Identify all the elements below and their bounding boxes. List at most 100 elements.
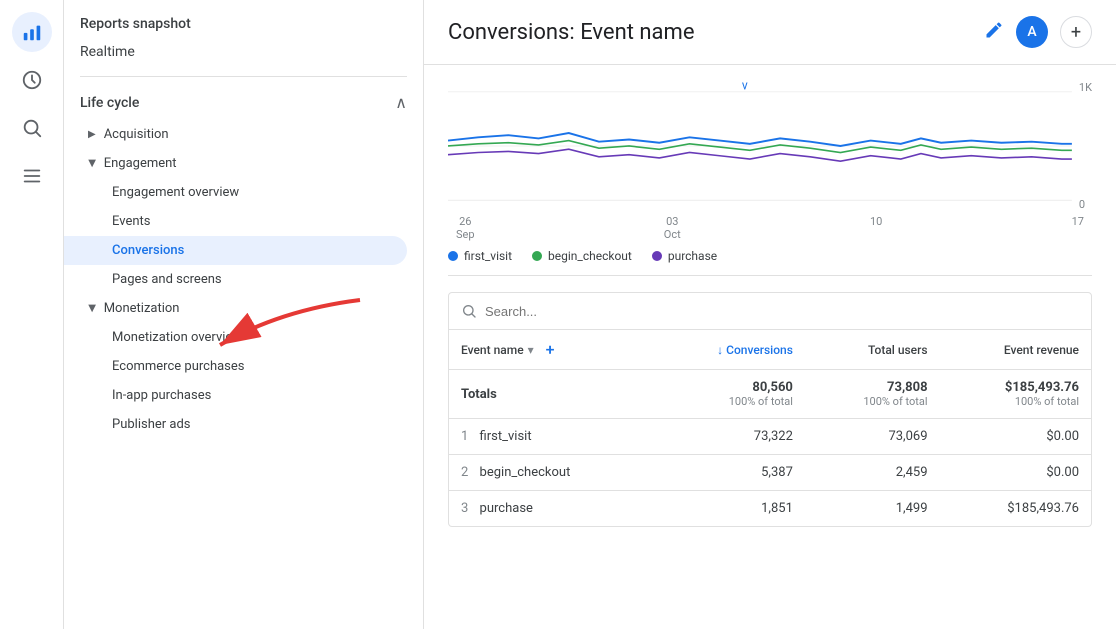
monetization-header[interactable]: ▶ Monetization bbox=[64, 294, 423, 323]
analytics-icon[interactable] bbox=[12, 12, 52, 52]
engagement-header[interactable]: ▶ Engagement bbox=[64, 149, 423, 178]
x-month-oct: Oct bbox=[664, 228, 681, 241]
totals-users-pct: 100% of total bbox=[817, 395, 928, 408]
legend-label-begin-checkout: begin_checkout bbox=[548, 249, 632, 263]
realtime-icon[interactable] bbox=[12, 60, 52, 100]
x-date-03: 03 bbox=[666, 215, 678, 228]
acquisition-label: Acquisition bbox=[104, 127, 169, 142]
sidebar-item-conversions[interactable]: Conversions bbox=[64, 236, 407, 265]
row-3-name: 3 purchase bbox=[449, 491, 653, 527]
table-row: 2 begin_checkout 5,387 2,459 $0.00 bbox=[449, 455, 1091, 491]
lifecycle-chevron: ∧ bbox=[395, 93, 407, 112]
icon-rail bbox=[0, 0, 64, 629]
table-row: 3 purchase 1,851 1,499 $185,493.76 bbox=[449, 491, 1091, 527]
row-3-total-users: 1,499 bbox=[805, 491, 940, 527]
totals-conversions: 80,560 100% of total bbox=[653, 370, 805, 419]
totals-event-revenue: $185,493.76 100% of total bbox=[940, 370, 1091, 419]
totals-total-users: 73,808 100% of total bbox=[805, 370, 940, 419]
x-label-17: 17 bbox=[1072, 215, 1084, 241]
main-panel: Conversions: Event name A + bbox=[424, 0, 1116, 629]
row-2-name: 2 begin_checkout bbox=[449, 455, 653, 491]
col-event-name-label: Event name bbox=[461, 343, 524, 357]
row-3-event-link[interactable]: purchase bbox=[480, 501, 533, 516]
sidebar: Reports snapshot Realtime Life cycle ∧ ▶… bbox=[64, 0, 424, 629]
legend-first-visit[interactable]: first_visit bbox=[448, 249, 512, 263]
monetization-label: Monetization bbox=[104, 301, 180, 316]
row-2-event-link[interactable]: begin_checkout bbox=[480, 465, 571, 480]
sort-arrow-icon: ▾ bbox=[528, 343, 534, 357]
col-total-users[interactable]: Total users bbox=[805, 330, 940, 370]
row-2-conversions: 5,387 bbox=[653, 455, 805, 491]
totals-revenue-pct: 100% of total bbox=[952, 395, 1079, 408]
sidebar-item-ecommerce-purchases[interactable]: Ecommerce purchases bbox=[64, 352, 423, 381]
row-2-total-users: 2,459 bbox=[805, 455, 940, 491]
row-1-event-revenue: $0.00 bbox=[940, 419, 1091, 455]
table-row: 1 first_visit 73,322 73,069 $0.00 bbox=[449, 419, 1091, 455]
row-1-total-users: 73,069 bbox=[805, 419, 940, 455]
monetization-group: ▶ Monetization Monetization overview Eco… bbox=[64, 294, 423, 439]
chart-legend: first_visit begin_checkout purchase bbox=[448, 241, 1092, 267]
list-icon[interactable] bbox=[12, 156, 52, 196]
col-conversions[interactable]: ↓ Conversions bbox=[653, 330, 805, 370]
sidebar-item-monetization-overview[interactable]: Monetization overview bbox=[64, 323, 423, 352]
add-column-icon[interactable]: + bbox=[546, 340, 555, 359]
engagement-triangle: ▶ bbox=[86, 160, 97, 168]
legend-label-first-visit: first_visit bbox=[464, 249, 512, 263]
chart-area: v 1K 0 bbox=[448, 81, 1092, 211]
sidebar-item-pages-and-screens[interactable]: Pages and screens bbox=[64, 265, 423, 294]
col-event-name[interactable]: Event name ▾ + bbox=[449, 330, 653, 369]
x-label-sep26: 26 Sep bbox=[456, 215, 475, 241]
x-label-oct03: 03 Oct bbox=[664, 215, 681, 241]
legend-dot-first-visit bbox=[448, 251, 458, 261]
totals-conversions-pct: 100% of total bbox=[665, 395, 793, 408]
acquisition-header[interactable]: ▶ Acquisition bbox=[64, 120, 423, 149]
chart-container: v 1K 0 26 Sep 03 Oct 10 bbox=[448, 65, 1092, 276]
monetization-triangle: ▶ bbox=[86, 305, 97, 313]
main-content: v 1K 0 26 Sep 03 Oct 10 bbox=[424, 65, 1116, 629]
reports-snapshot-link[interactable]: Reports snapshot bbox=[64, 8, 423, 36]
table-totals-row: Totals 80,560 100% of total 73,808 100% … bbox=[449, 370, 1091, 419]
row-3-conversions: 1,851 bbox=[653, 491, 805, 527]
x-date-26: 26 bbox=[459, 215, 471, 228]
edit-icon[interactable] bbox=[984, 20, 1004, 45]
add-button[interactable]: + bbox=[1060, 16, 1092, 48]
page-title: Conversions: Event name bbox=[448, 20, 972, 45]
row-1-event-link[interactable]: first_visit bbox=[480, 429, 532, 444]
lifecycle-label: Life cycle bbox=[80, 95, 139, 111]
y-label-0: 0 bbox=[1079, 198, 1092, 211]
sidebar-item-events[interactable]: Events bbox=[64, 207, 423, 236]
realtime-link[interactable]: Realtime bbox=[64, 36, 423, 68]
lifecycle-section[interactable]: Life cycle ∧ bbox=[64, 85, 423, 120]
search-bar[interactable] bbox=[448, 292, 1092, 330]
acquisition-triangle: ▶ bbox=[88, 129, 96, 140]
engagement-group: ▶ Engagement Engagement overview Events … bbox=[64, 149, 423, 294]
sidebar-item-publisher-ads[interactable]: Publisher ads bbox=[64, 410, 423, 439]
user-explore-icon[interactable] bbox=[12, 108, 52, 148]
search-input[interactable] bbox=[485, 304, 1079, 319]
data-table: Event name ▾ + ↓ Conversions Total users… bbox=[448, 330, 1092, 527]
chart-y-labels: 1K 0 bbox=[1079, 81, 1092, 211]
col-event-revenue[interactable]: Event revenue bbox=[940, 330, 1091, 370]
row-1-conversions: 73,322 bbox=[653, 419, 805, 455]
search-icon bbox=[461, 303, 477, 319]
legend-dot-begin-checkout bbox=[532, 251, 542, 261]
legend-begin-checkout[interactable]: begin_checkout bbox=[532, 249, 632, 263]
x-label-10: 10 bbox=[870, 215, 882, 241]
sidebar-item-in-app-purchases[interactable]: In-app purchases bbox=[64, 381, 423, 410]
sidebar-item-engagement-overview[interactable]: Engagement overview bbox=[64, 178, 423, 207]
legend-label-purchase: purchase bbox=[668, 249, 717, 263]
row-2-event-revenue: $0.00 bbox=[940, 455, 1091, 491]
user-avatar[interactable]: A bbox=[1016, 16, 1048, 48]
row-1-name: 1 first_visit bbox=[449, 419, 653, 455]
row-3-event-revenue: $185,493.76 bbox=[940, 491, 1091, 527]
y-label-1k: 1K bbox=[1079, 81, 1092, 94]
x-date-17: 17 bbox=[1072, 215, 1084, 228]
x-date-10: 10 bbox=[870, 215, 882, 228]
totals-label: Totals bbox=[449, 370, 653, 419]
x-month-sep: Sep bbox=[456, 228, 475, 241]
chart-x-labels: 26 Sep 03 Oct 10 17 bbox=[448, 211, 1092, 241]
legend-purchase[interactable]: purchase bbox=[652, 249, 717, 263]
chart-svg: v bbox=[448, 81, 1092, 211]
sidebar-divider bbox=[80, 76, 407, 77]
engagement-label: Engagement bbox=[104, 156, 177, 171]
